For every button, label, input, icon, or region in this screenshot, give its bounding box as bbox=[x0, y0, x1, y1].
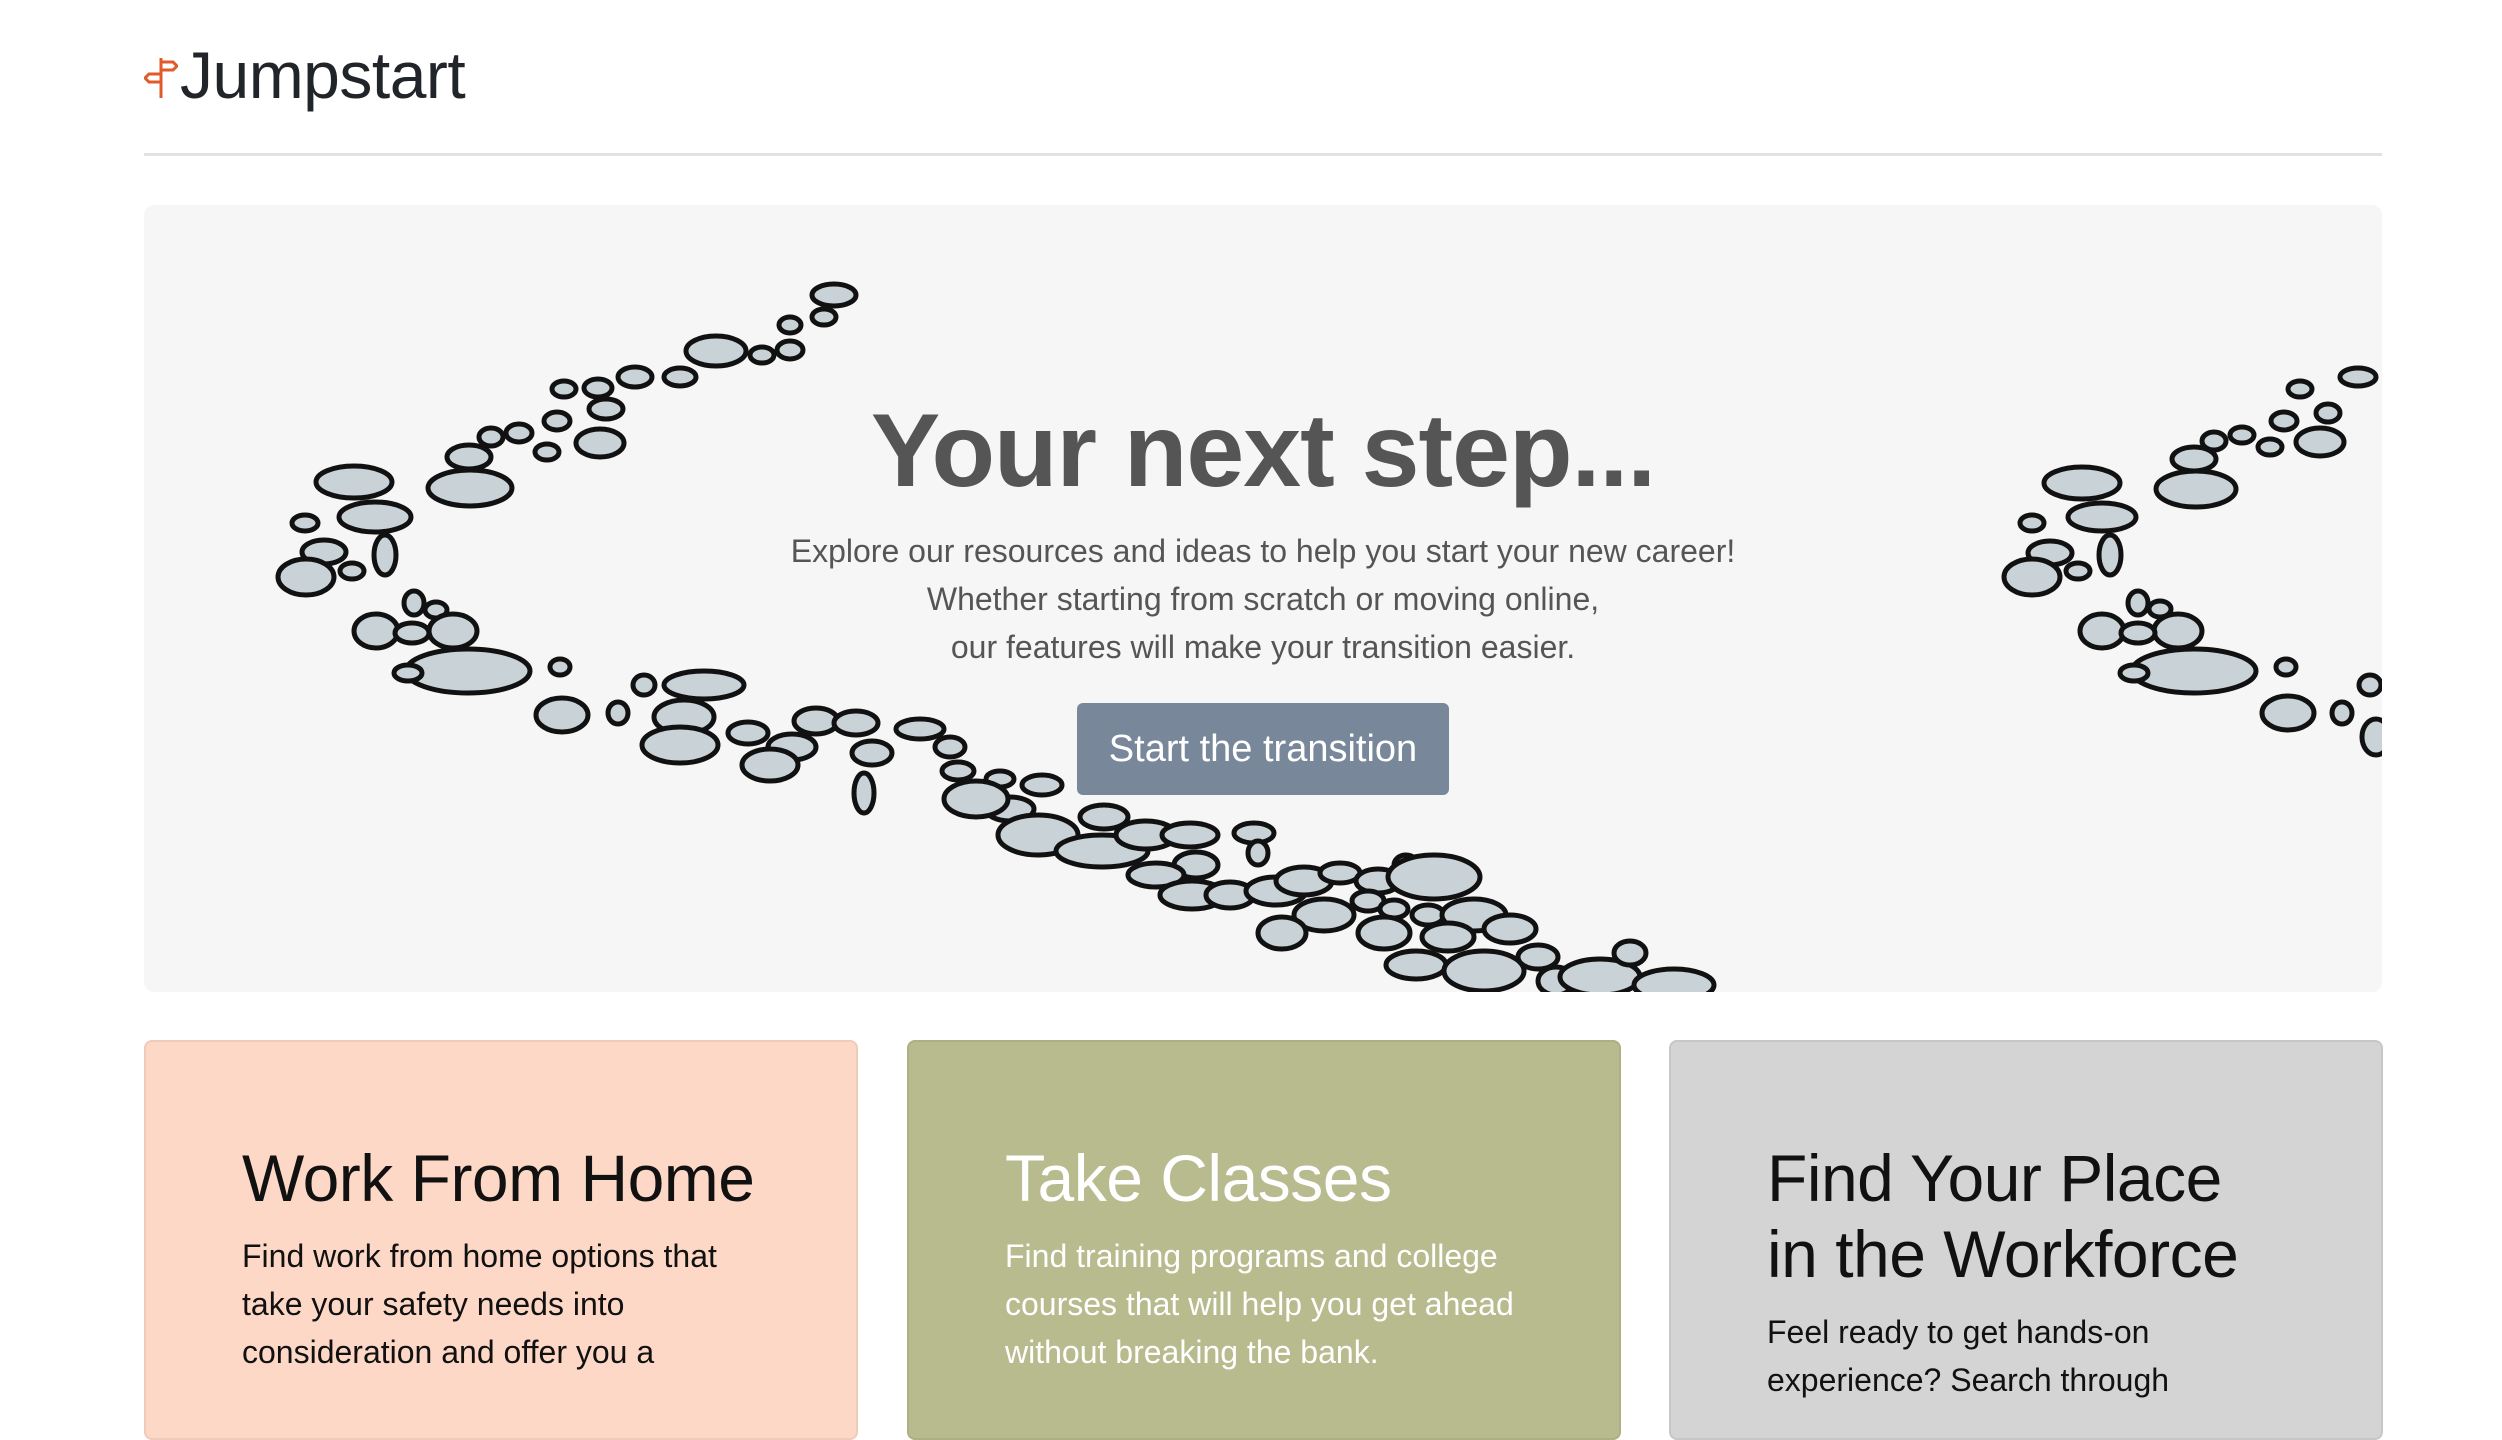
hero-lead-line-1: Explore our resources and ideas to help … bbox=[790, 533, 1736, 569]
card-find-your-place[interactable]: Find Your Place in the Workforce Feel re… bbox=[1669, 1040, 2383, 1440]
brand-logo-link[interactable]: Jumpstart bbox=[144, 38, 466, 112]
site-header: Jumpstart bbox=[144, 0, 2382, 156]
card-title: Find Your Place in the Workforce bbox=[1767, 1141, 2239, 1291]
hero-content: Your next step... Explore our resources … bbox=[144, 391, 2382, 795]
start-transition-button[interactable]: Start the transition bbox=[1076, 703, 1450, 795]
card-title: Take Classes bbox=[1005, 1141, 1392, 1215]
card-text: Find work from home options that take yo… bbox=[242, 1238, 717, 1370]
card-title: Work From Home bbox=[242, 1141, 755, 1215]
hero-lead-line-3: our features will make your transition e… bbox=[950, 629, 1576, 665]
card-work-from-home[interactable]: Work From Home Find work from home optio… bbox=[144, 1040, 858, 1440]
hero-title: Your next step... bbox=[870, 393, 1656, 509]
hero-jumbotron: Your next step... Explore our resources … bbox=[144, 205, 2382, 992]
hero-lead: Explore our resources and ideas to help … bbox=[144, 527, 2382, 671]
hero-lead-line-2: Whether starting from scratch or moving … bbox=[926, 581, 1600, 617]
card-text: Feel ready to get hands-on experience? S… bbox=[1767, 1314, 2170, 1398]
brand-name: Jumpstart bbox=[180, 38, 466, 112]
card-text: Find training programs and college cours… bbox=[1005, 1238, 1514, 1370]
card-take-classes[interactable]: Take Classes Find training programs and … bbox=[907, 1040, 1621, 1440]
signpost-icon bbox=[144, 58, 178, 98]
